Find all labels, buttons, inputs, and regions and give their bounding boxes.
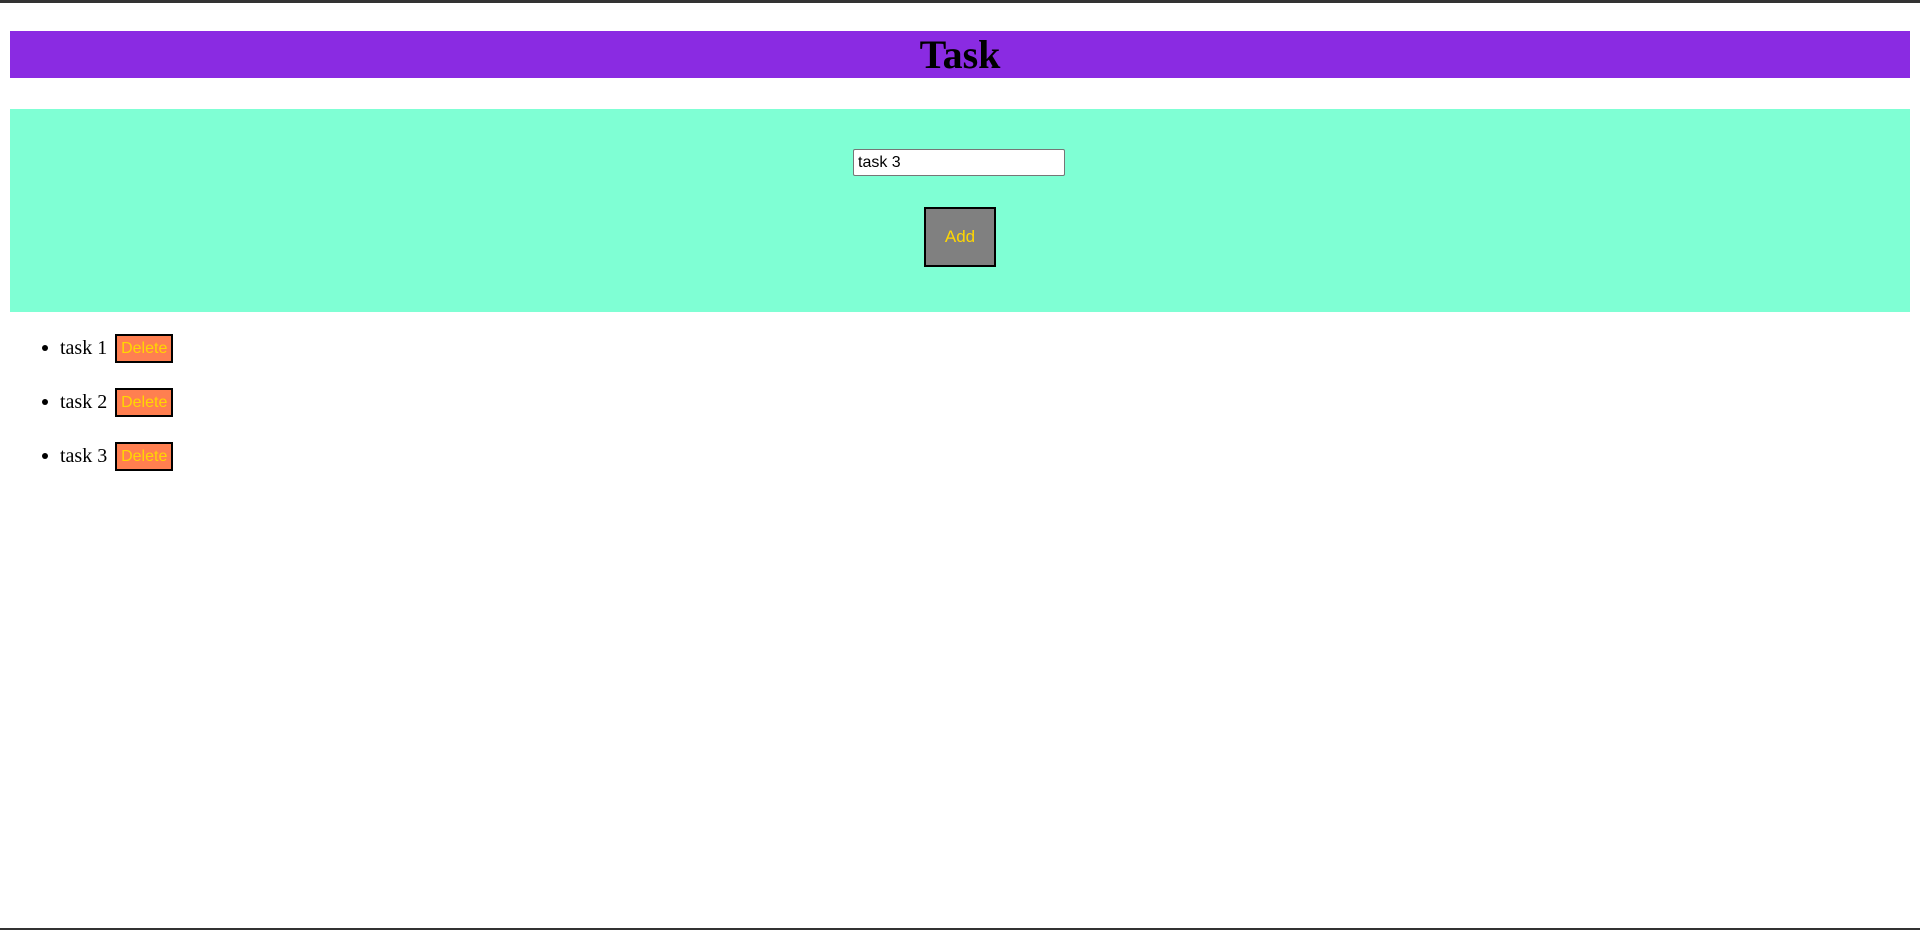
task-input[interactable] <box>853 149 1065 176</box>
list-item: task 2 Delete <box>60 374 174 428</box>
page-title: Task <box>919 32 1001 77</box>
task-text: task 3 <box>60 445 108 468</box>
delete-button[interactable]: Delete <box>115 441 174 471</box>
delete-button[interactable]: Delete <box>115 387 174 417</box>
task-text: task 2 <box>60 391 108 414</box>
task-text: task 1 <box>60 337 108 360</box>
header-bar: Task <box>10 31 1910 78</box>
task-list: task 1 Delete task 2 Delete task 3 Delete <box>0 320 174 482</box>
window-top-edge <box>0 0 1920 3</box>
list-item: task 3 Delete <box>60 428 174 482</box>
list-item: task 1 Delete <box>60 320 174 374</box>
delete-button[interactable]: Delete <box>115 333 174 363</box>
add-task-panel: Add <box>10 109 1910 312</box>
add-button[interactable]: Add <box>924 207 996 267</box>
